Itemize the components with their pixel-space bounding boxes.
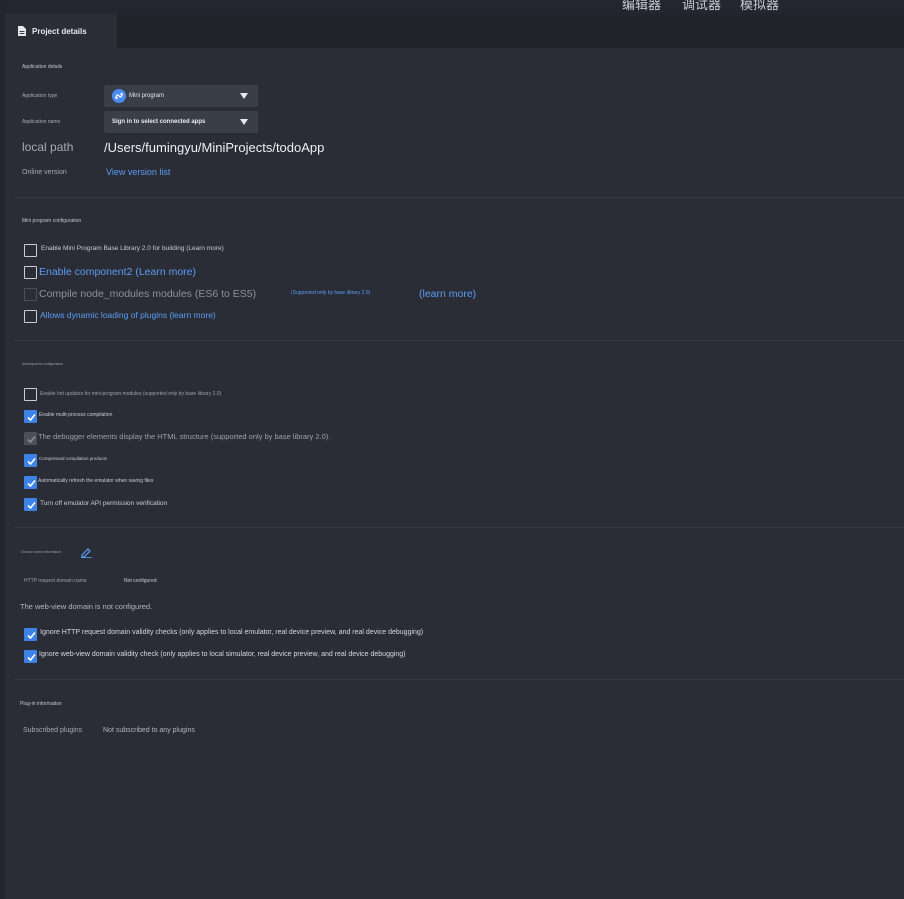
application-type-label: Application type (22, 93, 58, 99)
divider (14, 340, 904, 341)
option-label[interactable]: Allows dynamic loading of plugins (learn… (40, 310, 216, 320)
check-icon (27, 631, 36, 640)
document-icon (18, 26, 26, 36)
view-version-list-link[interactable]: View version list (106, 167, 170, 177)
checkbox-debugger-html[interactable] (24, 432, 37, 445)
checkbox-hot-updates[interactable] (24, 388, 37, 401)
section-title-development-config: development configuration (22, 362, 64, 366)
application-name-value: Sign in to select connected apps (112, 119, 206, 125)
tab-project-details[interactable]: Project details (5, 14, 117, 48)
local-path-value: /Users/fumingyu/MiniProjects/todoApp (104, 140, 325, 155)
option-label: Enable multi-process compilation (39, 412, 113, 418)
online-version-label: Online version (22, 169, 67, 176)
checkbox-auto-refresh[interactable] (24, 476, 37, 489)
option-label: Automatically refresh the emulator when … (38, 478, 154, 484)
subscribed-plugins-value: Not subscribed to any plugins (103, 727, 195, 734)
menu-debugger[interactable]: 调试器 (682, 0, 721, 13)
learn-more-link[interactable]: (learn more) (419, 288, 476, 300)
http-domain-value: Not configured (124, 578, 157, 584)
checkbox-compressed-products[interactable] (24, 454, 37, 467)
check-icon (27, 479, 36, 488)
check-icon (27, 653, 36, 662)
check-icon (27, 435, 36, 444)
section-title-plugin-info: Plug-in information (20, 701, 62, 707)
check-icon (27, 501, 36, 510)
checkbox-api-permission[interactable] (24, 498, 37, 511)
option-label: The debugger elements display the HTML s… (38, 432, 331, 441)
divider (14, 527, 904, 528)
http-domain-label: HTTP request domain name (24, 578, 87, 584)
divider (14, 197, 904, 198)
divider (14, 679, 904, 680)
local-path-label: local path (22, 140, 74, 154)
webview-domain-text: The web-view domain is not configured. (20, 602, 153, 611)
menu-editor[interactable]: 编辑器 (622, 0, 661, 13)
option-label: Turn off emulator API permission verific… (40, 500, 168, 507)
checkbox-multi-process[interactable] (24, 410, 37, 423)
menu-simulator[interactable]: 模拟器 (740, 0, 779, 13)
option-label[interactable]: Enable component2 (Learn more) (39, 266, 196, 278)
mini-program-icon (112, 89, 126, 103)
subscribed-plugins-label: Subscribed plugins (23, 727, 83, 734)
checkbox-base-library[interactable] (24, 244, 37, 257)
checkbox-dynamic-plugins[interactable] (24, 310, 37, 323)
section-title-application-details: Application details (22, 64, 63, 70)
left-edge-bar (0, 0, 5, 899)
checkbox-compile-node-modules[interactable] (24, 288, 37, 301)
check-icon (27, 413, 36, 422)
checkbox-ignore-http-check[interactable] (24, 628, 37, 641)
application-type-select[interactable]: Mini program (104, 85, 258, 107)
check-icon (27, 457, 36, 466)
section-title-mini-program-config: Mini program configuration (22, 218, 82, 224)
checkbox-component2[interactable] (24, 266, 37, 279)
option-label: Ignore web-view domain validity check (o… (39, 651, 406, 658)
option-label: Enable Mini Program Base Library 2.0 for… (41, 245, 224, 252)
application-type-value: Mini program (129, 93, 165, 99)
application-name-label: Application name (22, 119, 61, 125)
option-label: Enable hot updates for mini-program modu… (40, 391, 222, 397)
chevron-down-icon (240, 119, 248, 125)
option-label: Ignore HTTP request domain validity chec… (40, 629, 424, 636)
application-name-select[interactable]: Sign in to select connected apps (104, 111, 258, 133)
top-menu-bar: 编辑器 调试器 模拟器 (5, 0, 904, 14)
tab-label: Project details (32, 26, 87, 36)
checkbox-ignore-webview-check[interactable] (24, 650, 37, 663)
chevron-down-icon (240, 93, 248, 99)
tab-bar: Project details (5, 14, 904, 48)
option-note: (Supported only by base library 2.0) (291, 290, 371, 296)
option-label: Compile node_modules modules (ES6 to ES5… (39, 288, 257, 300)
option-label: Compressed compilation products (39, 456, 108, 461)
section-title-domain-info: Domain name information (21, 550, 62, 554)
pencil-edit-icon[interactable] (80, 547, 93, 558)
